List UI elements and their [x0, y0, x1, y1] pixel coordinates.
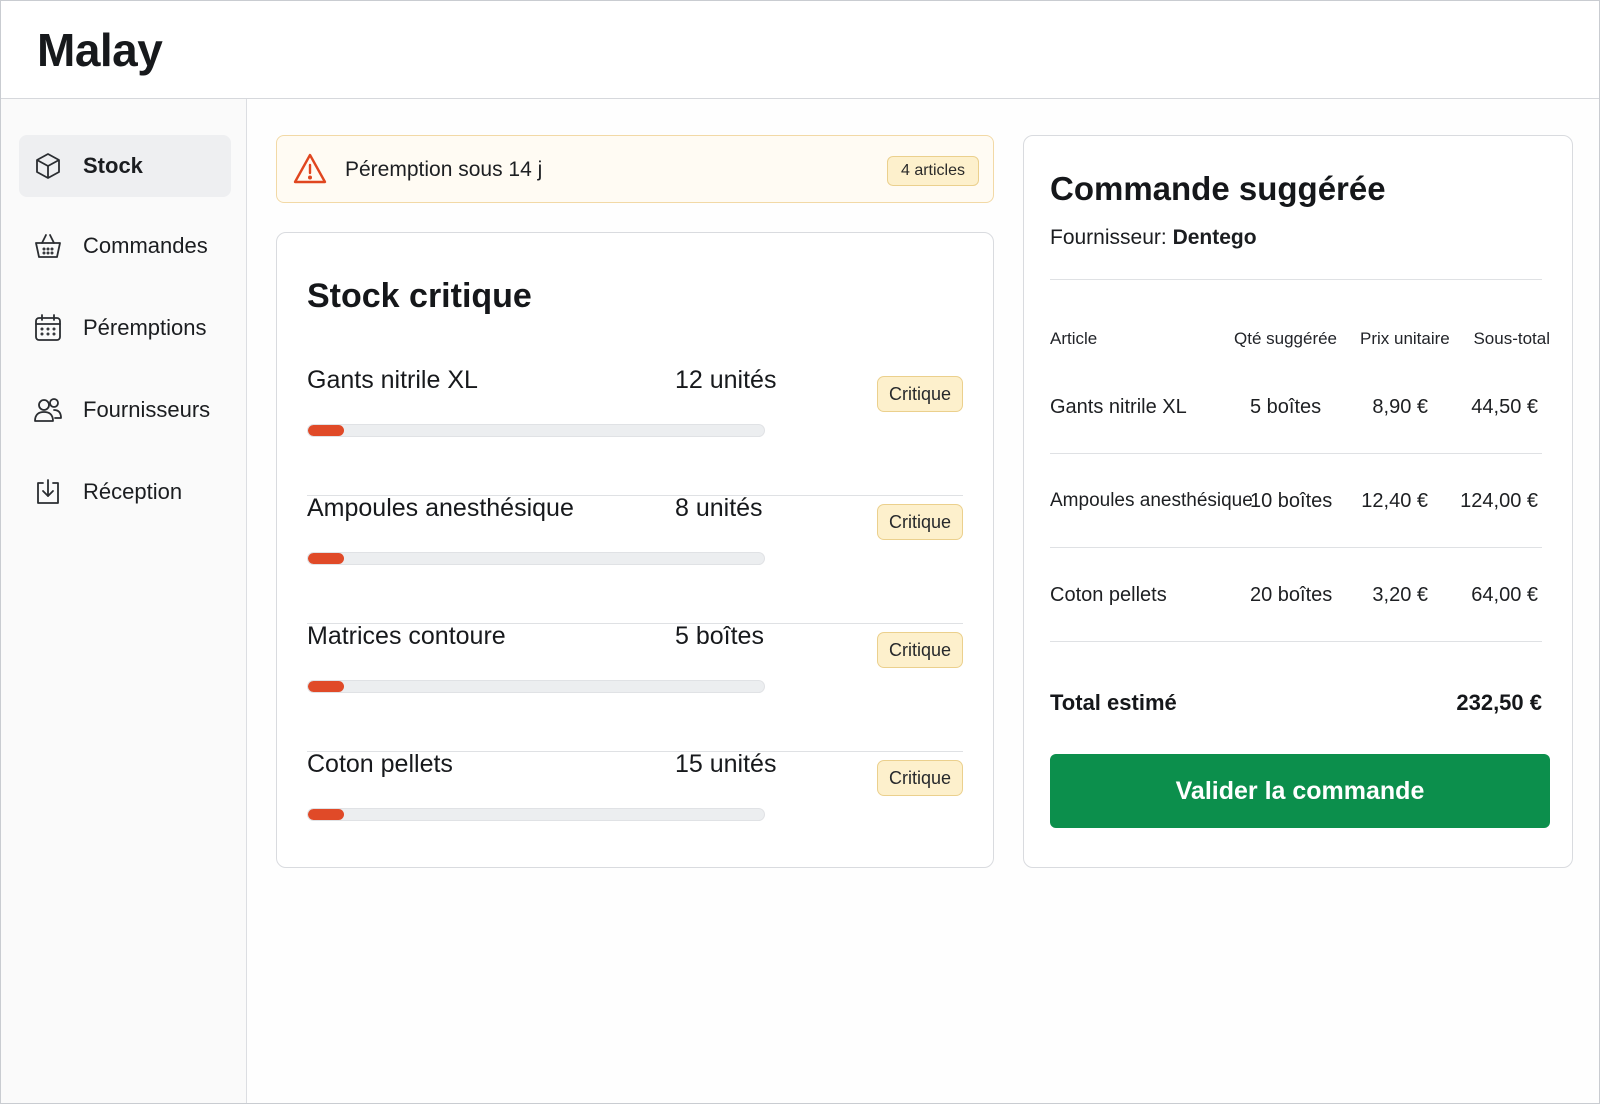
cell-unit-price: 8,90 €: [1372, 395, 1428, 418]
stock-item[interactable]: Coton pellets 15 unités Critique: [307, 750, 963, 880]
users-icon: [33, 395, 63, 425]
stock-level-bar: [307, 808, 765, 821]
column-header-article: Article: [1050, 329, 1098, 348]
cell-subtotal: 124,00 €: [1460, 489, 1538, 512]
cell-subtotal: 44,50 €: [1471, 395, 1538, 418]
sidebar: Stock Commandes Péremptions Fournisseurs…: [1, 99, 247, 1103]
cell-qty: 5 boîtes: [1250, 395, 1322, 418]
warning-triangle-icon: [293, 152, 327, 186]
suggested-order-card: Commande suggérée Fournisseur: Dentego A…: [1023, 135, 1573, 868]
stock-item-name: Coton pellets: [307, 750, 453, 778]
status-badge: Critique: [876, 632, 963, 668]
basket-icon: [33, 231, 63, 261]
status-badge: Critique: [876, 504, 963, 540]
column-header-qty: Qté suggérée: [1234, 329, 1338, 348]
stock-item-qty: 15 unités: [675, 750, 777, 778]
stock-item-name: Matrices contoure: [307, 622, 506, 650]
sidebar-item-stock[interactable]: Stock: [19, 135, 231, 197]
stock-level-fill: [308, 553, 345, 564]
box-icon: [33, 151, 63, 181]
stock-item-name: Ampoules anesthésique: [307, 494, 574, 522]
table-row[interactable]: Ampoules anesthésique 10 boîtes 12,40 € …: [1050, 454, 1542, 548]
cell-unit-price: 12,40 €: [1361, 489, 1428, 512]
cell-subtotal: 64,00 €: [1471, 583, 1538, 606]
sidebar-item-label: Péremptions: [83, 315, 207, 340]
cell-qty: 20 boîtes: [1250, 583, 1333, 606]
alert-count-badge: 4 articles: [886, 156, 979, 186]
stock-level-fill: [308, 425, 345, 436]
stock-item-qty: 5 boîtes: [675, 622, 764, 650]
calendar-icon: [33, 313, 63, 343]
card-title: Commande suggérée: [1050, 170, 1386, 207]
stock-item-qty: 12 unités: [675, 366, 777, 394]
row-divider: [1050, 641, 1542, 642]
validate-order-button[interactable]: Valider la commande: [1050, 754, 1550, 828]
expiration-alert[interactable]: Péremption sous 14 j 4 articles: [276, 135, 994, 203]
sidebar-item-commandes[interactable]: Commandes: [19, 215, 231, 277]
table-row[interactable]: Coton pellets 20 boîtes 3,20 € 64,00 €: [1050, 548, 1542, 642]
cell-unit-price: 3,20 €: [1372, 583, 1428, 606]
cell-article: Gants nitrile XL: [1050, 395, 1187, 418]
sidebar-item-label: Commandes: [83, 233, 208, 258]
stock-level-fill: [308, 681, 345, 692]
stock-level-bar: [307, 552, 765, 565]
cell-article: Ampoules anesthésique: [1050, 490, 1253, 511]
top-bar: Malay: [1, 1, 1599, 99]
column-header-unit-price: Prix unitaire: [1360, 329, 1450, 348]
stock-level-fill: [308, 809, 345, 820]
supplier-line: Fournisseur: Dentego: [1050, 226, 1257, 250]
cell-article: Coton pellets: [1050, 583, 1167, 606]
alert-text: Péremption sous 14 j: [345, 158, 543, 181]
download-tray-icon: [33, 477, 63, 507]
card-title: Stock critique: [307, 277, 532, 315]
supplier-label: Fournisseur:: [1050, 226, 1167, 249]
total-value: 232,50 €: [1456, 690, 1542, 715]
stock-level-bar: [307, 424, 765, 437]
stock-item[interactable]: Ampoules anesthésique 8 unités Critique: [307, 494, 963, 624]
sidebar-item-reception[interactable]: Réception: [19, 461, 231, 523]
stock-critique-card: Stock critique Gants nitrile XL 12 unité…: [276, 232, 994, 868]
status-badge: Critique: [876, 760, 963, 796]
stock-item-name: Gants nitrile XL: [307, 366, 478, 394]
app-title: Malay: [37, 24, 163, 76]
status-badge: Critique: [876, 376, 963, 412]
section-divider: [1050, 279, 1542, 280]
sidebar-item-peremptions[interactable]: Péremptions: [19, 297, 231, 359]
stock-item[interactable]: Gants nitrile XL 12 unités Critique: [307, 366, 963, 496]
stock-item[interactable]: Matrices contoure 5 boîtes Critique: [307, 622, 963, 752]
sidebar-item-label: Réception: [83, 479, 183, 504]
app-window: Malay Stock Commandes Péremptions Fourni…: [0, 0, 1600, 1104]
cell-qty: 10 boîtes: [1250, 489, 1333, 512]
sidebar-item-label: Stock: [83, 153, 143, 178]
total-label: Total estimé: [1050, 690, 1177, 715]
stock-item-qty: 8 unités: [675, 494, 763, 522]
supplier-name: Dentego: [1172, 226, 1257, 249]
sidebar-item-label: Fournisseurs: [83, 397, 211, 422]
sidebar-item-fournisseurs[interactable]: Fournisseurs: [19, 379, 231, 441]
column-header-subtotal: Sous-total: [1473, 329, 1550, 348]
table-row[interactable]: Gants nitrile XL 5 boîtes 8,90 € 44,50 €: [1050, 360, 1542, 454]
stock-level-bar: [307, 680, 765, 693]
